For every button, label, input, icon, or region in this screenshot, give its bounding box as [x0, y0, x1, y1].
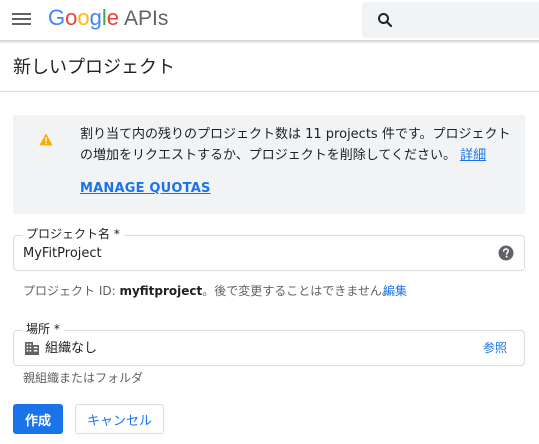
manage-quotas-link[interactable]: MANAGE QUOTAS	[80, 181, 211, 196]
logo-letter: e	[106, 5, 120, 30]
logo-letter: o	[77, 5, 90, 30]
search-bar[interactable]	[362, 2, 539, 38]
top-bar-shadow	[0, 40, 539, 44]
cancel-button[interactable]: キャンセル	[75, 404, 164, 434]
edit-project-id-link[interactable]: 編集	[383, 283, 407, 299]
project-name-input[interactable]: MyFitProject	[23, 245, 102, 262]
quota-notice-text: 割り当て内の残りのプロジェクト数は 11 projects 件です。プロジェクト…	[80, 124, 516, 166]
quota-notice: 割り当て内の残りのプロジェクト数は 11 projects 件です。プロジェクト…	[13, 115, 525, 214]
google-apis-logo[interactable]: Google APIs	[48, 4, 168, 33]
project-name-label: プロジェクト名 *	[22, 226, 124, 242]
title-divider	[0, 91, 539, 92]
building-icon	[25, 342, 39, 355]
project-id-prefix: プロジェクト ID:	[23, 284, 120, 298]
hamburger-menu-icon[interactable]	[11, 10, 33, 28]
project-name-field[interactable]: プロジェクト名 * MyFitProject	[13, 226, 525, 271]
details-link[interactable]: 詳細	[460, 148, 486, 163]
logo-letter: o	[65, 5, 78, 30]
location-field[interactable]: 場所 * 組織なし 参照	[13, 321, 525, 366]
quota-message: 割り当て内の残りのプロジェクト数は 11 projects 件です。プロジェクト…	[80, 127, 511, 163]
location-value: 組織なし	[45, 341, 98, 356]
location-label: 場所 *	[22, 321, 64, 337]
search-icon[interactable]	[376, 11, 394, 29]
top-app-bar: Google APIs	[0, 0, 539, 40]
project-id-value: myfitproject	[119, 284, 203, 298]
project-id-suffix: 。後で変更することはできません。	[202, 284, 394, 298]
logo-letter: g	[89, 5, 102, 30]
create-button[interactable]: 作成	[13, 404, 63, 434]
logo-letter: G	[48, 5, 66, 30]
warning-icon	[39, 133, 53, 146]
help-circle-icon[interactable]	[498, 245, 514, 261]
page-title: 新しいプロジェクト	[13, 57, 175, 78]
logo-apis-text: APIs	[124, 7, 169, 30]
browse-location-link[interactable]: 参照	[483, 340, 507, 357]
location-hint: 親組織またはフォルダ	[23, 371, 144, 385]
project-id-info: プロジェクト ID: myfitproject。後で変更することはできません。	[23, 283, 394, 299]
